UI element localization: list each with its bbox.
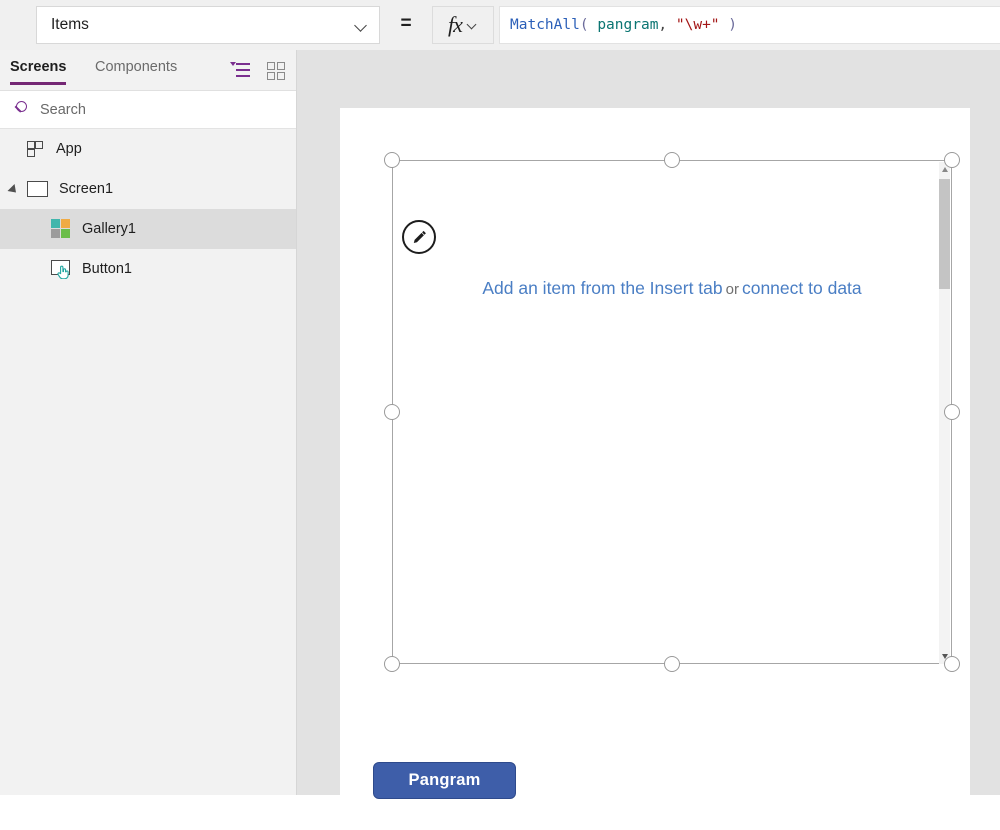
resize-handle-middle-right[interactable] <box>944 404 960 420</box>
resize-handle-bottom-right[interactable] <box>944 656 960 672</box>
gallery-control[interactable]: Add an item from the Insert tab or connect… <box>392 160 952 664</box>
tree-item-button1[interactable]: Button1 <box>0 249 296 289</box>
fx-button[interactable]: fx <box>432 6 494 44</box>
expand-collapse-caret-icon[interactable] <box>7 183 20 197</box>
formula-bar: Items = fx MatchAll( pangram, "\w+" ) <box>0 0 1000 50</box>
formula-text: MatchAll( pangram, "\w+" ) <box>510 18 737 33</box>
property-select[interactable]: Items <box>36 6 380 44</box>
formula-token-paren: ( <box>579 16 589 33</box>
gallery-empty-or: or <box>725 281 739 298</box>
tree-item-label: Gallery1 <box>82 220 136 237</box>
tab-screens[interactable]: Screens <box>10 58 67 85</box>
grid-view-icon[interactable] <box>266 60 288 80</box>
tree-item-label: Button1 <box>82 260 132 277</box>
formula-token-paren: ) <box>728 16 738 33</box>
resize-handle-top-center[interactable] <box>664 152 680 168</box>
equals-sign: = <box>400 13 412 34</box>
gallery-icon <box>51 219 71 239</box>
connect-to-data-link[interactable]: connect to data <box>742 278 862 298</box>
search-row[interactable] <box>0 91 296 129</box>
app-screen-surface[interactable]: Add an item from the Insert tab or connect… <box>340 108 970 830</box>
resize-handle-middle-left[interactable] <box>384 404 400 420</box>
resize-handle-top-left[interactable] <box>384 152 400 168</box>
formula-token-string: "\w+" <box>675 16 720 33</box>
canvas-area: Add an item from the Insert tab or connect… <box>297 50 1000 830</box>
tree-item-label: Screen1 <box>59 180 114 197</box>
tree-item-app[interactable]: App <box>0 129 296 169</box>
search-input[interactable] <box>40 101 296 118</box>
resize-handle-top-right[interactable] <box>944 152 960 168</box>
gallery-empty-message: Add an item from the Insert tab or connect… <box>393 278 951 298</box>
sidebar-header-icons <box>230 60 288 80</box>
tab-components[interactable]: Components <box>95 58 177 76</box>
pencil-icon[interactable] <box>402 220 436 254</box>
chevron-down-icon <box>355 21 369 30</box>
component-tree: App Screen1 Gallery1 Button1 <box>0 129 296 289</box>
pangram-button[interactable]: Pangram <box>373 762 516 799</box>
power-apps-studio: Items = fx MatchAll( pangram, "\w+" ) Sc… <box>0 0 1000 830</box>
resize-handle-bottom-left[interactable] <box>384 656 400 672</box>
hand-cursor-glyph <box>57 265 69 279</box>
formula-token-punc <box>589 17 598 33</box>
formula-token-function: MatchAll <box>510 16 580 33</box>
formula-token-punc <box>667 17 676 33</box>
formula-token-identifier: pangram <box>597 16 659 33</box>
sidebar-tabs: Screens Components <box>0 50 296 91</box>
caret-up-icon[interactable] <box>941 167 948 172</box>
property-select-value: Items <box>51 16 89 34</box>
tree-item-screen1[interactable]: Screen1 <box>0 169 296 209</box>
tree-item-label: App <box>56 140 82 157</box>
gallery-scrollbar-thumb[interactable] <box>939 179 950 289</box>
fx-icon: fx <box>448 12 463 37</box>
formula-token-punc <box>720 17 729 33</box>
tree-view-sidebar: Screens Components Search App Screen1 Ga… <box>0 50 297 795</box>
formula-token-punc: , <box>658 16 668 33</box>
resize-handle-bottom-center[interactable] <box>664 656 680 672</box>
pencil-glyph <box>413 230 426 243</box>
chevron-down-icon <box>467 21 478 29</box>
list-sort-icon[interactable] <box>230 60 252 80</box>
insert-tab-link[interactable]: Add an item from the Insert tab <box>482 278 722 298</box>
button-icon <box>51 259 73 279</box>
formula-input[interactable]: MatchAll( pangram, "\w+" ) <box>499 6 1000 44</box>
tree-item-gallery1[interactable]: Gallery1 <box>0 209 296 249</box>
app-icon <box>27 140 44 158</box>
search-icon <box>12 99 38 121</box>
screen-icon <box>27 181 48 197</box>
